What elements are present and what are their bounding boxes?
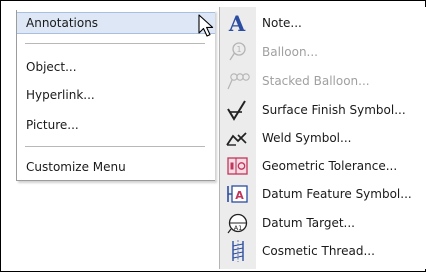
- submenu-item-label: Note...: [262, 16, 302, 30]
- menu-item-label: Customize Menu: [26, 160, 126, 174]
- submenu-item-label: Surface Finish Symbol...: [262, 103, 406, 117]
- svg-text:A: A: [235, 189, 244, 202]
- submenu-item-stacked-balloon: Stacked Balloon...: [220, 68, 426, 94]
- menu-item-label: Object...: [26, 60, 77, 74]
- submenu-item-balloon: 1 Balloon...: [220, 39, 426, 65]
- datum-feature-icon: A: [227, 185, 248, 203]
- insert-menu: Annotations Object... Hyperlink... Pictu…: [16, 10, 215, 181]
- menu-item-label: Picture...: [26, 118, 79, 132]
- menu-item-annotations[interactable]: Annotations: [17, 12, 215, 34]
- surface-finish-icon: [227, 100, 246, 121]
- balloon-icon: 1: [229, 42, 246, 61]
- svg-text:A1: A1: [234, 224, 243, 232]
- weld-symbol-icon: [226, 132, 247, 146]
- menu-item-picture[interactable]: Picture...: [17, 114, 215, 136]
- menu-item-hyperlink[interactable]: Hyperlink...: [17, 84, 215, 106]
- submenu-item-note[interactable]: A Note...: [220, 10, 426, 36]
- submenu-item-label: Stacked Balloon...: [262, 74, 370, 88]
- stacked-balloon-icon: [227, 73, 250, 90]
- note-icon: A: [228, 12, 246, 34]
- menu-item-customize[interactable]: Customize Menu: [17, 156, 215, 178]
- menu-item-label: Hyperlink...: [26, 88, 95, 102]
- submenu-item-label: Balloon...: [262, 45, 318, 59]
- menu-item-object[interactable]: Object...: [17, 56, 215, 78]
- submenu-item-datum-feature[interactable]: A Datum Feature Symbol...: [220, 181, 426, 207]
- menu-separator: [25, 146, 205, 147]
- svg-text:A: A: [228, 12, 246, 34]
- geometric-tolerance-icon: [227, 157, 248, 175]
- submenu-item-geometric-tolerance[interactable]: Geometric Tolerance...: [220, 153, 426, 179]
- submenu-item-label: Weld Symbol...: [262, 131, 352, 145]
- submenu-item-label: Geometric Tolerance...: [262, 159, 398, 173]
- datum-target-icon: A1: [227, 213, 248, 234]
- submenu-item-cosmetic-thread[interactable]: Cosmetic Thread...: [220, 238, 426, 264]
- svg-text:1: 1: [236, 45, 241, 54]
- submenu-item-label: Datum Feature Symbol...: [262, 187, 412, 201]
- submenu-item-datum-target[interactable]: A1 Datum Target...: [220, 210, 426, 236]
- submenu-item-label: Cosmetic Thread...: [262, 244, 375, 258]
- cosmetic-thread-icon: [232, 240, 244, 262]
- submenu-item-weld-symbol[interactable]: Weld Symbol...: [220, 125, 426, 151]
- annotations-submenu: A Note... 1 Balloon... Stacked Balloon..…: [219, 7, 426, 269]
- menu-separator: [25, 43, 205, 44]
- submenu-item-surface-finish[interactable]: Surface Finish Symbol...: [220, 97, 426, 123]
- menu-item-label: Annotations: [26, 16, 99, 30]
- mouse-cursor-icon: [198, 14, 214, 37]
- submenu-item-label: Datum Target...: [262, 216, 355, 230]
